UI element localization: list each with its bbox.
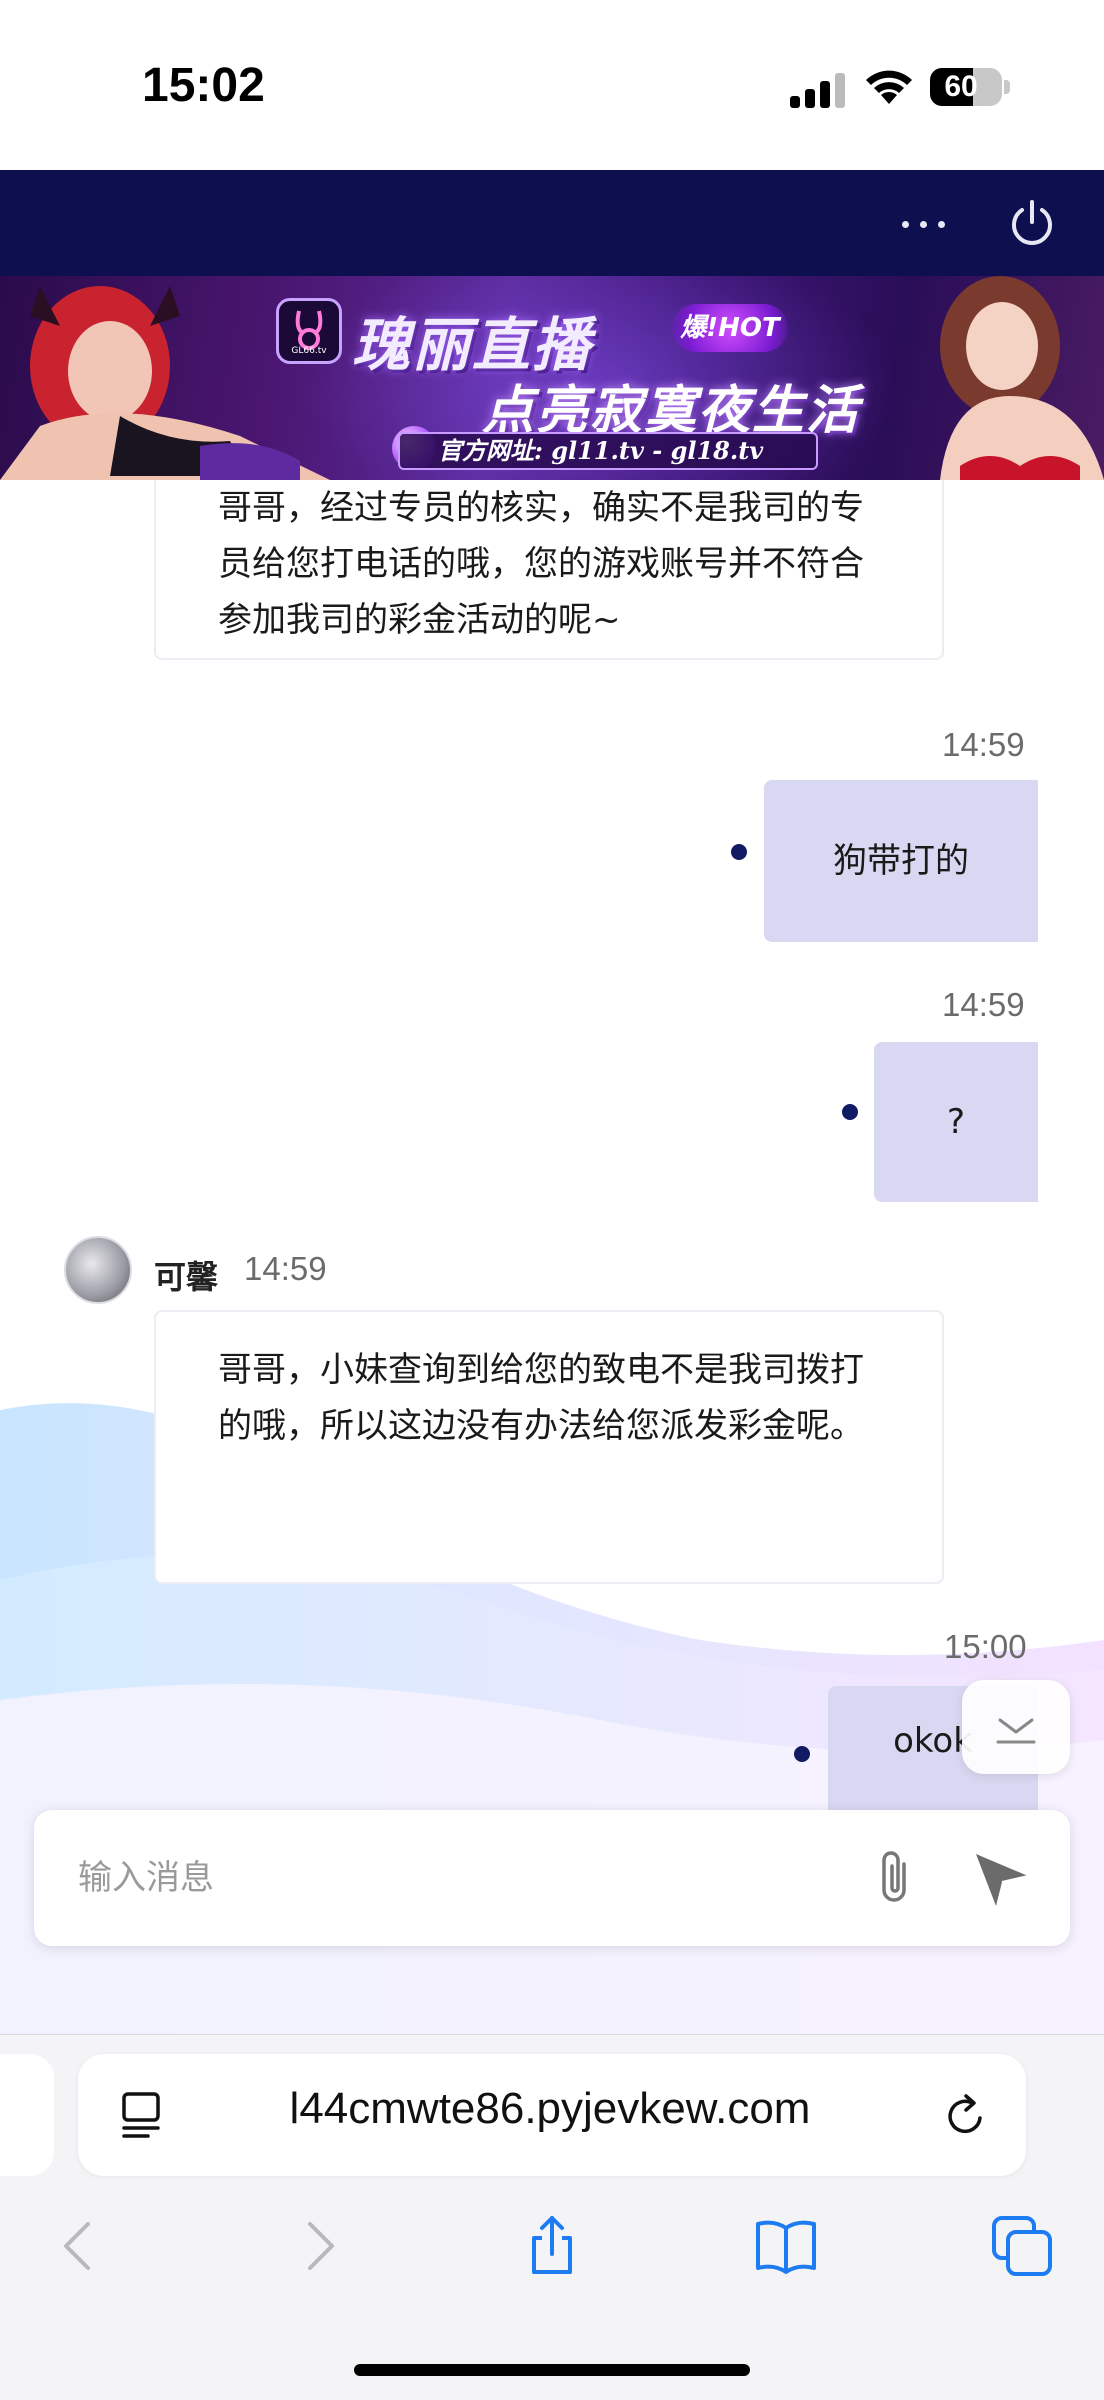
battery-icon: 60 bbox=[930, 68, 1002, 106]
banner-hot-badge: 爆!HOT bbox=[672, 304, 788, 352]
incoming-message-bubble: 哥哥，经过专员的核实，确实不是我司的专员给您打电话的哦，您的游戏账号并不符合参加… bbox=[154, 480, 944, 660]
home-indicator bbox=[354, 2364, 750, 2376]
tabs-icon[interactable] bbox=[990, 2214, 1054, 2278]
previous-tab-preview[interactable] bbox=[0, 2054, 54, 2176]
back-icon[interactable] bbox=[48, 2214, 112, 2278]
message-timestamp: 14:59 bbox=[244, 1250, 327, 1287]
message-timestamp: 14:59 bbox=[942, 726, 1025, 763]
battery-cap bbox=[1004, 80, 1010, 94]
url-text[interactable]: l44cmwte86.pyjevkew.com bbox=[200, 2084, 900, 2134]
agent-avatar[interactable] bbox=[64, 1236, 132, 1304]
unread-dot bbox=[731, 844, 747, 860]
banner-logo-text: GL66.tv bbox=[291, 346, 327, 356]
chevron-down-icon bbox=[996, 1718, 1036, 1744]
message-input[interactable] bbox=[78, 1848, 838, 1908]
power-icon[interactable] bbox=[1006, 198, 1058, 250]
share-icon[interactable] bbox=[520, 2214, 584, 2278]
message-composer bbox=[34, 1810, 1070, 1946]
chat-messages[interactable]: 哥哥，经过专员的核实，确实不是我司的专员给您打电话的哦，您的游戏账号并不符合参加… bbox=[0, 480, 1104, 2034]
message-timestamp: 15:00 bbox=[944, 1628, 1027, 1665]
status-bar: 15:02 60 bbox=[0, 0, 1104, 170]
reload-icon[interactable] bbox=[938, 2088, 994, 2144]
page-menu-icon[interactable] bbox=[118, 2090, 170, 2140]
incoming-message-bubble: 哥哥，小妹查询到给您的致电不是我司拨打的哦，所以这边没有办法给您派发彩金呢。 bbox=[154, 1310, 944, 1584]
battery-percent: 60 bbox=[944, 70, 978, 103]
outgoing-message-bubble: ? bbox=[874, 1042, 1038, 1202]
sender-name: 可馨 bbox=[154, 1258, 219, 1296]
message-text: 哥哥，经过专员的核实，确实不是我司的专员给您打电话的哦，您的游戏账号并不符合参加… bbox=[218, 488, 864, 640]
message-text: 哥哥，小妹查询到给您的致电不是我司拨打的哦，所以这边没有办法给您派发彩金呢。 bbox=[218, 1350, 864, 1446]
send-icon[interactable] bbox=[970, 1846, 1034, 1910]
more-options-button[interactable] bbox=[896, 200, 952, 248]
banner-url-text: 官方网址: gl11.tv - gl18.tv bbox=[398, 432, 818, 470]
promo-banner[interactable]: GL66.tv 瑰丽直播 爆!HOT 点亮寂寞夜生活 官方网址: gl11.tv… bbox=[0, 276, 1104, 480]
forward-icon[interactable] bbox=[286, 2214, 350, 2278]
message-text: 狗带打的 bbox=[833, 841, 969, 881]
message-text: okok bbox=[893, 1721, 973, 1761]
unread-dot bbox=[794, 1746, 810, 1762]
message-timestamp: 14:59 bbox=[942, 986, 1025, 1023]
status-time: 15:02 bbox=[142, 59, 265, 112]
message-text: ? bbox=[946, 1102, 966, 1142]
outgoing-message-bubble: 狗带打的 bbox=[764, 780, 1038, 942]
cellular-signal-icon bbox=[790, 72, 846, 108]
unread-dot bbox=[842, 1104, 858, 1120]
paperclip-icon[interactable] bbox=[864, 1846, 928, 1910]
scroll-to-bottom-button[interactable] bbox=[962, 1680, 1070, 1774]
banner-model-right-image bbox=[940, 276, 1104, 480]
wifi-icon bbox=[866, 70, 912, 104]
bookmarks-icon[interactable] bbox=[754, 2214, 818, 2278]
